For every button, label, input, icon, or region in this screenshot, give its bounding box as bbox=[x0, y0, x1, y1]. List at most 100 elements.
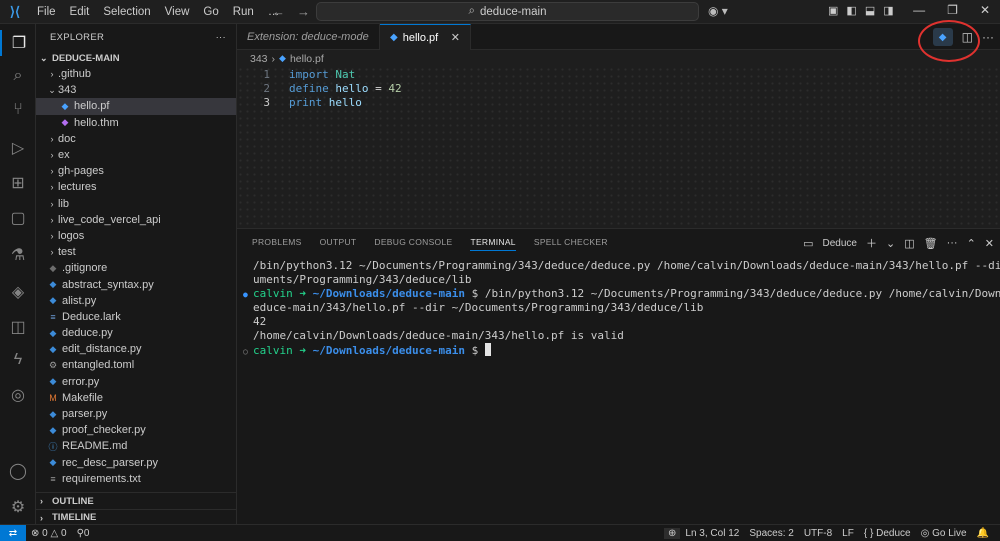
chevron-down-icon[interactable]: ⌄ bbox=[886, 237, 895, 250]
folder-item[interactable]: › ex bbox=[36, 147, 236, 163]
file-item[interactable]: ◆ .gitignore bbox=[36, 260, 236, 276]
remote-indicator[interactable]: ⇄ bbox=[0, 524, 26, 541]
file-item[interactable]: ◆ rec_desc_parser.py bbox=[36, 455, 236, 471]
outline-section[interactable]: › OUTLINE bbox=[36, 492, 237, 509]
maximize-panel-icon[interactable]: ⌃ bbox=[967, 237, 976, 250]
settings-icon[interactable]: ⚙ bbox=[0, 494, 36, 520]
more-actions-icon[interactable]: ··· bbox=[216, 32, 226, 43]
file-item[interactable]: ◆ alist.py bbox=[36, 293, 236, 309]
extensions-icon[interactable]: ⊞ bbox=[0, 170, 36, 196]
panel-tab-debug-console[interactable]: DEBUG CONSOLE bbox=[374, 237, 452, 247]
timeline-section[interactable]: › TIMELINE bbox=[36, 509, 237, 525]
account-icon[interactable]: ◯ bbox=[0, 458, 36, 484]
command-decoration-icon[interactable]: ○ bbox=[243, 345, 253, 359]
customize-layout-icon[interactable]: ▣ bbox=[828, 4, 838, 17]
py-file-icon: ◆ bbox=[49, 424, 57, 435]
file-item[interactable]: ≡ requirements.txt bbox=[36, 471, 236, 487]
menu-item-go[interactable]: Go bbox=[196, 6, 225, 18]
terminal-name[interactable]: Deduce bbox=[823, 238, 857, 249]
folder-item[interactable]: › live_code_vercel_api bbox=[36, 212, 236, 228]
docker-icon[interactable]: ◈ bbox=[0, 279, 36, 305]
close-icon[interactable]: ✕ bbox=[985, 237, 994, 250]
folder-item[interactable]: › lib bbox=[36, 196, 236, 212]
folder-item[interactable]: ⌄ 343 bbox=[36, 82, 236, 98]
file-item[interactable]: ◆ abstract_syntax.py bbox=[36, 276, 236, 292]
file-item[interactable]: ≡ Deduce.lark bbox=[36, 309, 236, 325]
restore-icon[interactable]: ❐ bbox=[947, 3, 958, 17]
copilot-icon[interactable]: ◉ ▾ bbox=[708, 4, 728, 18]
chevron-right-icon: › bbox=[50, 69, 54, 80]
more-actions-icon[interactable]: ··· bbox=[982, 30, 994, 44]
code-line[interactable]: 1 import Nat bbox=[237, 68, 355, 82]
file-item[interactable]: ◆ deduce.py bbox=[36, 325, 236, 341]
file-item[interactable]: ◆ parser.py bbox=[36, 406, 236, 422]
notifications-icon[interactable]: 🔔 bbox=[972, 528, 994, 539]
menu-item-view[interactable]: View bbox=[158, 6, 197, 18]
tab-hello-pf[interactable]: ◆ hello.pf ✕ bbox=[380, 24, 471, 50]
file-item[interactable]: ⚙ entangled.toml bbox=[36, 357, 236, 373]
file-item[interactable]: ⓘ README.md bbox=[36, 438, 236, 454]
file-item[interactable]: ◆ hello.thm bbox=[36, 115, 236, 131]
folder-item[interactable]: › doc bbox=[36, 131, 236, 147]
folder-item[interactable]: › .github bbox=[36, 66, 236, 82]
menu-item-run[interactable]: Run bbox=[226, 6, 261, 18]
panel-tab-problems[interactable]: PROBLEMS bbox=[252, 237, 302, 247]
command-decoration-icon[interactable]: ● bbox=[243, 288, 253, 302]
forward-arrow-icon[interactable]: → bbox=[297, 4, 310, 19]
file-item[interactable]: ◆ proof_checker.py bbox=[36, 422, 236, 438]
toggle-primary-sidebar-icon[interactable]: ◧ bbox=[846, 4, 856, 17]
file-item[interactable]: ◆ hello.pf bbox=[36, 98, 236, 115]
more-actions-icon[interactable]: ··· bbox=[947, 237, 958, 249]
command-center-search[interactable]: ⌕ deduce-main bbox=[316, 2, 699, 21]
trash-icon[interactable]: 🗑 bbox=[924, 237, 938, 250]
files-icon[interactable]: ❐ bbox=[0, 30, 36, 56]
toggle-secondary-sidebar-icon[interactable]: ◨ bbox=[883, 4, 893, 17]
back-arrow-icon[interactable]: ← bbox=[272, 4, 285, 19]
cursor-position[interactable]: Ln 3, Col 12 bbox=[680, 528, 744, 539]
code-editor[interactable]: 1 import Nat 2 define hello = 42 3 print hell… bbox=[237, 66, 1000, 228]
remote-explorer-icon[interactable]: ▢ bbox=[0, 205, 36, 231]
copilot-icon[interactable]: ◎ bbox=[0, 382, 36, 408]
code-line[interactable]: 2 define hello = 42 bbox=[237, 82, 401, 96]
file-item[interactable]: ◆ error.py bbox=[36, 374, 236, 390]
panel-tab-terminal[interactable]: TERMINAL bbox=[470, 237, 516, 251]
lightning-icon[interactable]: ϟ bbox=[0, 347, 36, 373]
new-terminal-icon[interactable]: ＋ bbox=[866, 235, 877, 251]
end-of-line[interactable]: LF bbox=[837, 528, 859, 539]
split-terminal-icon[interactable]: ◫ bbox=[904, 237, 914, 250]
zoom-icon[interactable]: ⊕ bbox=[664, 528, 681, 539]
menu-item-edit[interactable]: Edit bbox=[63, 6, 97, 18]
testing-icon[interactable]: ⚗ bbox=[0, 242, 36, 268]
close-icon[interactable]: ✕ bbox=[980, 3, 990, 17]
folder-item[interactable]: › logos bbox=[36, 228, 236, 244]
run-debug-icon[interactable]: ▷ bbox=[0, 135, 36, 161]
ports-indicator[interactable]: ⚲0 bbox=[72, 528, 95, 539]
search-icon[interactable]: ⌕ bbox=[0, 63, 36, 89]
minimize-icon[interactable]: — bbox=[913, 3, 925, 17]
panel-tab-spell-checker[interactable]: SPELL CHECKER bbox=[534, 237, 608, 247]
file-item[interactable]: M Makefile bbox=[36, 390, 236, 406]
folder-item[interactable]: › test bbox=[36, 244, 236, 260]
folder-item[interactable]: › gh-pages bbox=[36, 163, 236, 179]
breadcrumb-file[interactable]: hello.pf bbox=[290, 53, 324, 65]
indentation[interactable]: Spaces: 2 bbox=[744, 528, 798, 539]
problems-indicator[interactable]: ⊗ 0 △ 0 bbox=[26, 528, 72, 539]
menu-item-file[interactable]: File bbox=[30, 6, 63, 18]
tree-item-label: Makefile bbox=[62, 391, 103, 404]
tab-extension-deduce-mode[interactable]: Extension: deduce-mode bbox=[237, 24, 380, 50]
workspace-folder-header[interactable]: ⌄ DEDUCE-MAIN bbox=[36, 50, 236, 66]
source-control-icon[interactable]: ⑂ bbox=[0, 97, 36, 123]
breadcrumb-folder[interactable]: 343 bbox=[250, 53, 268, 65]
folder-item[interactable]: › lectures bbox=[36, 179, 236, 195]
error-icon: ⊗ bbox=[31, 527, 40, 539]
code-line[interactable]: 3 print hello bbox=[237, 96, 362, 110]
panel-tab-output[interactable]: OUTPUT bbox=[320, 237, 357, 247]
database-icon[interactable]: ◫ bbox=[0, 314, 36, 340]
file-item[interactable]: ◆ edit_distance.py bbox=[36, 341, 236, 357]
go-live-button[interactable]: ◎ Go Live bbox=[916, 528, 972, 539]
language-mode[interactable]: { } Deduce bbox=[859, 528, 916, 539]
menu-item-selection[interactable]: Selection bbox=[96, 6, 157, 18]
encoding[interactable]: UTF-8 bbox=[799, 528, 837, 539]
close-icon[interactable]: ✕ bbox=[451, 31, 460, 44]
toggle-panel-icon[interactable]: ⬓ bbox=[865, 4, 875, 17]
